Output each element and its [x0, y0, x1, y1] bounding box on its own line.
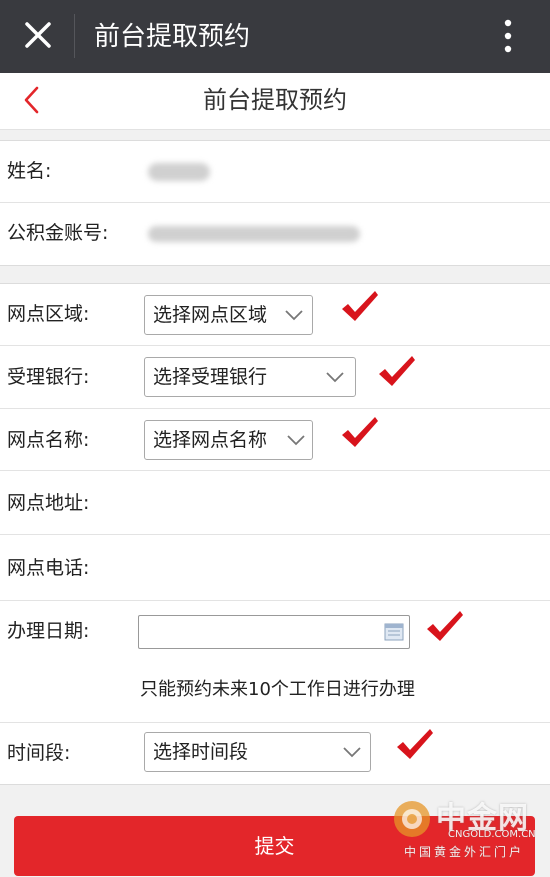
- close-icon[interactable]: [22, 18, 58, 54]
- checkmark-icon: [342, 291, 378, 321]
- area-select[interactable]: 选择网点区域: [144, 295, 313, 335]
- time-row: 时间段: 选择时间段: [0, 723, 550, 783]
- time-label: 时间段:: [7, 742, 71, 764]
- date-input[interactable]: [138, 615, 410, 649]
- account-info-section: 姓名: 公积金账号:: [0, 140, 550, 266]
- area-row: 网点区域: 选择网点区域: [0, 284, 550, 346]
- address-row: 网点地址:: [0, 471, 550, 535]
- calendar-icon[interactable]: [384, 622, 404, 641]
- name-row: 姓名:: [0, 141, 550, 203]
- phone-label: 网点电话:: [7, 557, 90, 579]
- time-select[interactable]: 选择时间段: [144, 732, 371, 772]
- account-row: 公积金账号:: [0, 203, 550, 264]
- bank-select[interactable]: 选择受理银行: [144, 357, 356, 397]
- page-title: 前台提取预约: [203, 86, 347, 114]
- app-bar-divider: [74, 14, 75, 58]
- watermark-slogan: 中国黄金外汇门户: [404, 845, 525, 859]
- checkmark-icon: [342, 417, 378, 447]
- time-select-text: 选择时间段: [153, 741, 249, 763]
- checkmark-icon: [397, 729, 433, 759]
- appointment-form: 网点区域: 选择网点区域 受理银行: 选择受理银行 网点名称: 选择网点名称 网…: [0, 283, 550, 785]
- chevron-down-icon: [343, 747, 361, 758]
- chevron-down-icon: [285, 310, 303, 321]
- bank-select-text: 选择受理银行: [153, 366, 268, 388]
- page-header: 前台提取预约: [0, 73, 550, 130]
- cngold-logo-icon: [394, 801, 430, 837]
- date-row: 办理日期: 只能预约未来10个工作日进行办理: [0, 601, 550, 723]
- chevron-down-icon: [287, 435, 305, 446]
- account-label: 公积金账号:: [7, 222, 109, 244]
- area-label: 网点区域:: [7, 303, 90, 325]
- name-label: 姓名:: [7, 160, 52, 182]
- account-value-redacted: [148, 226, 360, 242]
- branch-row: 网点名称: 选择网点名称: [0, 409, 550, 471]
- branch-label: 网点名称:: [7, 429, 90, 451]
- app-bar-title: 前台提取预约: [94, 22, 251, 52]
- chevron-down-icon: [326, 372, 344, 383]
- app-bar: 前台提取预约: [0, 0, 550, 73]
- date-label: 办理日期:: [7, 620, 90, 642]
- bank-row: 受理银行: 选择受理银行: [0, 346, 550, 409]
- phone-row: 网点电话:: [0, 535, 550, 601]
- address-label: 网点地址:: [7, 492, 90, 514]
- watermark: 中金网 CNGOLD.COM.CN 中国黄金外汇门户: [384, 795, 544, 865]
- branch-select[interactable]: 选择网点名称: [144, 420, 313, 460]
- area-select-text: 选择网点区域: [153, 304, 268, 326]
- more-icon[interactable]: [500, 18, 516, 54]
- name-value-redacted: [148, 163, 210, 181]
- date-hint: 只能预约未来10个工作日进行办理: [140, 679, 415, 700]
- checkmark-icon: [379, 356, 415, 386]
- branch-select-text: 选择网点名称: [153, 429, 268, 451]
- bank-label: 受理银行:: [7, 366, 90, 388]
- watermark-domain: CNGOLD.COM.CN: [448, 829, 536, 840]
- checkmark-icon: [427, 611, 463, 641]
